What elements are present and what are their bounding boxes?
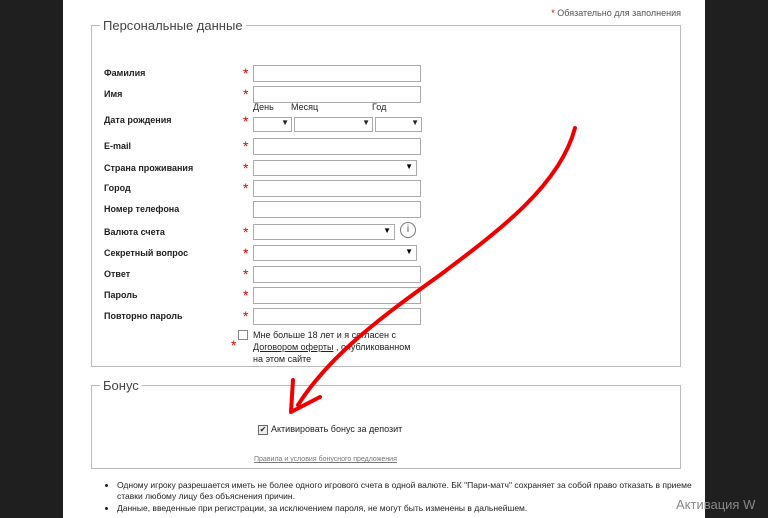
bonus-terms-link[interactable]: Правила и условия бонусного предложения [254,456,397,463]
dropdown-arrow-icon: ▼ [411,118,419,127]
bonus-checkbox-row[interactable]: ✔ Активировать бонус за депозит [258,424,402,435]
currency-label: Валюта счета [104,227,165,237]
dropdown-arrow-icon: ▼ [405,162,413,171]
day-select[interactable]: ▼ [253,117,292,132]
email-input[interactable] [253,138,421,155]
password-row: Пароль * [104,287,664,307]
password-input[interactable] [253,287,421,304]
agree-text-before: Мне больше 18 лет и я согласен с [253,330,397,340]
required-star: * [243,308,249,324]
answer-label: Ответ [104,269,131,279]
agree-text: Мне больше 18 лет и я согласен с Договор… [253,329,411,365]
name-input[interactable] [253,86,421,103]
month-header: Месяц [291,102,319,112]
note-item: Данные, введенные при регистрации, за ис… [117,503,707,514]
email-label: E-mail [104,141,132,151]
secret-question-label: Секретный вопрос [104,248,189,258]
dropdown-arrow-icon: ▼ [281,118,289,127]
day-header: День [253,102,274,112]
email-row: E-mail * [104,138,664,158]
required-star: * [243,287,249,303]
personal-data-fieldset: Персональные данные Фамилия * Имя * Дата… [91,18,681,367]
required-star: * [243,65,249,81]
required-star: * [243,160,249,176]
personal-data-legend: Персональные данные [103,18,243,33]
month-select[interactable]: ▼ [294,117,373,132]
agree-checkbox[interactable] [238,330,248,340]
phone-label: Номер телефона [104,204,180,214]
windows-activation-watermark: Активация W [676,497,756,512]
required-star: * [243,266,249,282]
city-input[interactable] [253,180,421,197]
year-header: Год [372,102,387,112]
required-note-text: Обязательно для заполнения [557,8,681,18]
password-repeat-input[interactable] [253,308,421,325]
agreement: Мне больше 18 лет и я согласен с Договор… [238,329,411,365]
answer-input[interactable] [253,266,421,283]
surname-label: Фамилия [104,68,146,78]
currency-select[interactable]: ▼ [253,224,395,240]
birthdate-label: Дата рождения [104,115,172,125]
year-select[interactable]: ▼ [375,117,422,132]
required-star: * [243,245,249,261]
city-label: Город [104,183,131,193]
required-star: * [243,180,249,196]
bonus-checkbox-label: Активировать бонус за депозит [271,424,403,434]
dropdown-arrow-icon: ▼ [405,247,413,256]
city-row: Город * [104,180,664,200]
country-label: Страна проживания [104,163,194,173]
notes-list: Одному игроку разрешается иметь не более… [103,480,707,515]
required-note: * Обязательно для заполнения [551,8,681,18]
password-label: Пароль [104,290,138,300]
dropdown-arrow-icon: ▼ [383,226,391,235]
required-star: * [243,138,249,154]
registration-page: * Обязательно для заполнения Персональны… [63,0,705,518]
currency-row: Валюта счета * ▼ i [104,222,664,244]
secret-question-select[interactable]: ▼ [253,245,417,261]
secret-question-row: Секретный вопрос * ▼ [104,245,664,265]
offer-agreement-link[interactable]: Договором оферты [253,342,334,352]
required-star: * [243,86,249,102]
password-repeat-row: Повторно пароль * [104,308,664,328]
note-item: Одному игроку разрешается иметь не более… [117,480,707,502]
phone-row: Номер телефона [104,201,664,221]
required-star: * [243,113,249,129]
name-label: Имя [104,89,123,99]
surname-input[interactable] [253,65,421,82]
info-icon[interactable]: i [400,222,416,238]
country-select[interactable]: ▼ [253,160,417,176]
phone-input[interactable] [253,201,421,218]
required-star: * [551,8,555,18]
country-row: Страна проживания * ▼ [104,160,664,180]
bonus-fieldset: Бонус ✔ Активировать бонус за депозит Пра… [91,378,681,469]
answer-row: Ответ * [104,266,664,286]
birthdate-row: Дата рождения * День Месяц Год ▼ ▼ ▼ [104,102,664,132]
required-star: * [231,337,237,353]
bonus-checkbox[interactable]: ✔ [258,424,268,435]
password-repeat-label: Повторно пароль [104,311,183,321]
dropdown-arrow-icon: ▼ [362,118,370,127]
surname-row: Фамилия * [104,65,664,85]
bonus-legend: Бонус [103,378,139,393]
required-star: * [243,224,249,240]
